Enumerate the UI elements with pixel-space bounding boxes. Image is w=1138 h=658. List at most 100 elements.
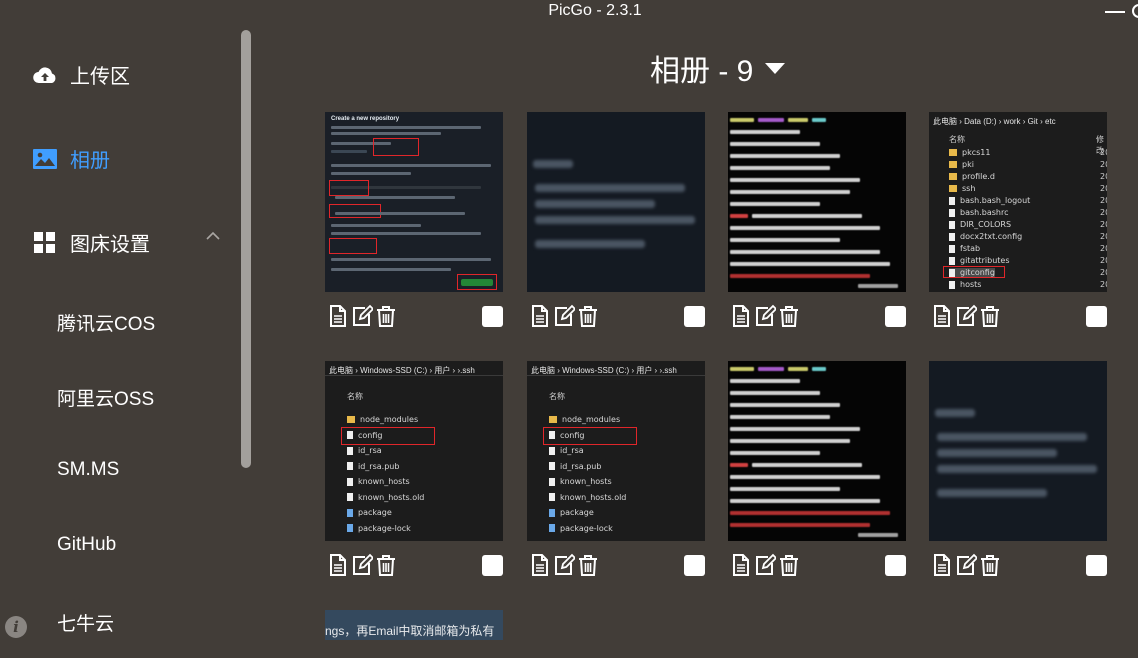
select-checkbox[interactable] (482, 555, 503, 576)
sidebar-subitem-qiniu[interactable]: 七牛云 (57, 609, 114, 636)
file-icon (549, 477, 555, 486)
copy-link-icon[interactable] (529, 553, 551, 577)
copy-link-icon[interactable] (327, 304, 349, 328)
select-checkbox[interactable] (885, 555, 906, 576)
image-thumbnail[interactable] (728, 112, 906, 292)
title-bar: PicGo - 2.3.1 (0, 0, 1138, 24)
thumb-file-name: id_rsa (358, 446, 382, 455)
thumb-file-row: gitattributes 202 (949, 256, 1107, 265)
thumb-file-name: known_hosts.old (358, 492, 425, 502)
delete-icon[interactable] (577, 553, 599, 577)
sidebar-item-label: 上传区 (70, 66, 130, 88)
sidebar-item-picbed-settings[interactable]: 图床设置 (32, 228, 150, 257)
edit-icon[interactable] (955, 553, 979, 577)
image-thumbnail[interactable]: 此电脑 › Windows-SSD (C:) › 用户 › ›.ssh 名称 n… (527, 361, 705, 541)
album-title-dropdown[interactable]: 相册 - 9 (650, 46, 786, 90)
thumb-file-row: fstab 202 (949, 244, 1107, 253)
info-icon[interactable]: i (5, 616, 27, 638)
edit-icon[interactable] (553, 553, 577, 577)
delete-icon[interactable] (979, 304, 1001, 328)
delete-icon[interactable] (375, 553, 397, 577)
sidebar-scrollbar[interactable] (241, 30, 251, 468)
copy-link-icon[interactable] (931, 553, 953, 577)
thumb-file-name: known_hosts.old (560, 492, 627, 502)
delete-icon[interactable] (375, 304, 397, 328)
file-icon (949, 220, 955, 229)
sidebar-item-upload[interactable]: 上传区 (32, 60, 130, 89)
folder-icon (549, 416, 557, 423)
thumb-file-row: bash.bash_logout 202 (949, 196, 1107, 205)
delete-icon[interactable] (577, 304, 599, 328)
copy-link-icon[interactable] (931, 304, 953, 328)
thumb-file-name: hosts (960, 280, 982, 289)
thumb-file-row: bash.bashrc 202 (949, 208, 1107, 217)
copy-link-icon[interactable] (730, 553, 752, 577)
edit-icon[interactable] (351, 553, 375, 577)
delete-icon[interactable] (778, 553, 800, 577)
edit-icon[interactable] (351, 304, 375, 328)
edit-icon[interactable] (553, 304, 577, 328)
thumb-file-row: package-lock (347, 524, 411, 533)
chevron-up-icon[interactable] (205, 229, 221, 241)
thumb-file-name: id_rsa.pub (560, 461, 602, 471)
select-checkbox[interactable] (684, 306, 705, 327)
thumb-file-row: id_rsa.pub (347, 462, 399, 471)
file-icon (347, 493, 353, 501)
sidebar-subitem-smms[interactable]: SM.MS (57, 459, 119, 481)
thumb-file-name: known_hosts (358, 477, 410, 486)
gallery-card (728, 361, 908, 579)
thumb-file-name: config (358, 430, 383, 440)
select-checkbox[interactable] (1086, 306, 1107, 327)
thumb-col-header: 名称 (949, 135, 965, 144)
select-checkbox[interactable] (482, 306, 503, 327)
file-icon (549, 524, 555, 532)
sidebar: 上传区 相册 图床设置 腾讯云COS 阿里云OSS SM.MS GitHub 七… (0, 24, 255, 658)
copy-link-icon[interactable] (730, 304, 752, 328)
thumb-file-date: 202 (1100, 220, 1107, 229)
image-thumbnail[interactable]: 此电脑 › Windows-SSD (C:) › 用户 › ›.ssh 名称 n… (325, 361, 503, 541)
edit-icon[interactable] (754, 553, 778, 577)
thumb-file-name: package-lock (358, 523, 411, 533)
thumb-file-name: pkcs11 (962, 148, 991, 157)
album-title: 相册 - 9 (650, 55, 754, 88)
image-icon (32, 148, 58, 170)
copy-link-icon[interactable] (327, 553, 349, 577)
thumb-file-name: DIR_COLORS (960, 220, 1012, 229)
sidebar-subitem-github[interactable]: GitHub (57, 534, 116, 556)
edit-icon[interactable] (955, 304, 979, 328)
folder-icon (949, 149, 957, 156)
image-thumbnail[interactable] (527, 112, 705, 292)
image-thumbnail-partial[interactable]: ngs，再Email中取消邮箱为私有 (325, 610, 503, 640)
folder-icon (949, 161, 957, 168)
thumb-file-row: known_hosts.old (549, 493, 626, 502)
delete-icon[interactable] (778, 304, 800, 328)
thumb-file-row: package-lock (549, 524, 613, 533)
sidebar-subitem-aliyun-oss[interactable]: 阿里云OSS (57, 384, 154, 411)
thumb-file-name: id_rsa (560, 446, 584, 455)
select-checkbox[interactable] (684, 555, 705, 576)
image-thumbnail[interactable] (929, 361, 1107, 541)
file-icon (949, 196, 955, 205)
folder-icon (347, 416, 355, 423)
thumb-file-date: 202 (1100, 160, 1107, 169)
thumb-file-date: 202 (1100, 208, 1107, 217)
thumb-file-name: bash.bashrc (960, 208, 1009, 217)
thumb-file-name: node_modules (562, 415, 621, 424)
thumb-file-name: ssh (962, 184, 976, 193)
edit-icon[interactable] (754, 304, 778, 328)
thumb-file-name: gitconfig (960, 268, 995, 277)
copy-link-icon[interactable] (529, 304, 551, 328)
delete-icon[interactable] (979, 553, 1001, 577)
sidebar-item-gallery[interactable]: 相册 (32, 144, 110, 173)
minimize-icon[interactable] (1105, 11, 1125, 13)
sidebar-subitem-tencent-cos[interactable]: 腾讯云COS (57, 309, 155, 336)
image-thumbnail[interactable]: 此电脑 › Data (D:) › work › Git › etc 名称 修改… (929, 112, 1107, 292)
image-thumbnail[interactable]: Create a new repository (325, 112, 503, 292)
file-icon (549, 446, 555, 455)
image-thumbnail[interactable] (728, 361, 906, 541)
select-checkbox[interactable] (885, 306, 906, 327)
select-checkbox[interactable] (1086, 555, 1107, 576)
thumb-file-date: 202 (1100, 196, 1107, 205)
thumb-file-row: pki 202 (949, 160, 1107, 169)
thumb-file-date: 202 (1100, 148, 1107, 157)
